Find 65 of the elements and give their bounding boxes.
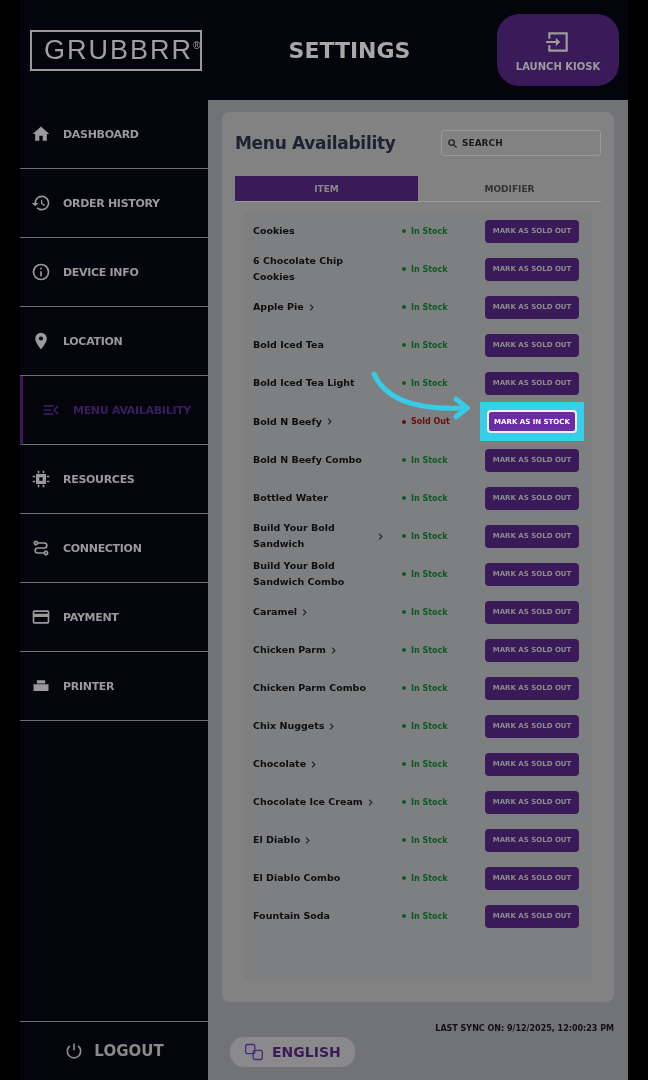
item-name: Bold Iced Tea Light	[253, 376, 355, 390]
language-button[interactable]: ENGLISH	[230, 1037, 355, 1067]
stock-status: In Stock	[411, 607, 448, 617]
menu-item-icon	[31, 193, 51, 213]
item-name: Cookies	[253, 224, 295, 238]
stock-status: In Stock	[411, 264, 448, 274]
menu-item-icon	[31, 469, 51, 489]
item-name: El Diablo	[253, 833, 301, 847]
menu-item-icon	[31, 538, 51, 558]
menu-item-icon	[31, 124, 51, 144]
item-name: Bold N Beefy	[253, 414, 322, 429]
stock-status: In Stock	[411, 531, 448, 541]
logout-button[interactable]: LOGOUT	[20, 1022, 208, 1080]
item-name: 6 Chocolate Chip Cookies	[253, 254, 345, 284]
stock-status: In Stock	[411, 911, 448, 921]
chevron-icon[interactable]	[310, 760, 318, 768]
stock-status: In Stock	[411, 569, 448, 579]
item-name: Bottled Water	[253, 491, 328, 505]
item-name: Build Your Bold Sandwich	[253, 521, 336, 551]
menu-item-icon	[31, 607, 51, 627]
search-icon	[447, 138, 458, 149]
stock-status: In Stock	[411, 493, 448, 503]
search-field[interactable]: SEARCH	[441, 130, 601, 156]
chevron-icon[interactable]	[325, 418, 333, 425]
item-name: El Diablo Combo	[253, 871, 341, 885]
chevron-icon[interactable]	[366, 798, 374, 806]
chevron-icon[interactable]	[307, 303, 315, 311]
item-name: Chocolate	[253, 757, 307, 771]
chevron-icon[interactable]	[304, 836, 312, 844]
item-name: Bold Iced Tea	[253, 338, 324, 352]
item-name: Build Your Bold Sandwich Combo	[253, 559, 346, 589]
page-title: SETTINGS	[287, 37, 412, 63]
item-name: Bold N Beefy Combo	[253, 453, 362, 467]
item-name: Apple Pie	[253, 300, 304, 314]
stock-status: In Stock	[411, 302, 448, 312]
stock-status: In Stock	[411, 873, 448, 883]
menu-item-icon	[31, 262, 51, 282]
translate-icon	[244, 1042, 264, 1062]
stock-status: In Stock	[411, 683, 448, 693]
item-name: Fountain Soda	[253, 909, 331, 923]
tab[interactable]: MODIFIER	[418, 176, 601, 201]
item-name: Chocolate Ice Cream	[253, 795, 363, 809]
chevron-icon[interactable]	[301, 608, 309, 616]
stock-status: In Stock	[411, 645, 448, 655]
item-name: Chicken Parm Combo	[253, 681, 366, 695]
launch-kiosk-button[interactable]: LAUNCH KIOSK	[497, 14, 619, 86]
chevron-icon[interactable]	[328, 722, 336, 730]
stock-status: In Stock	[411, 835, 448, 845]
panel-title: Menu Availability	[235, 133, 396, 153]
chevron-icon[interactable]	[329, 646, 337, 654]
item-name: Chicken Parm	[253, 643, 326, 657]
chevron-icon[interactable]	[377, 532, 384, 540]
stock-status: In Stock	[411, 721, 448, 731]
stock-status: In Stock	[411, 340, 448, 350]
stock-status: In Stock	[411, 759, 448, 769]
stock-status: In Stock	[411, 378, 448, 388]
brand-logo: GRUBBRR$^{®}$	[30, 29, 202, 71]
tab[interactable]: ITEM	[235, 176, 418, 201]
item-name: Chix Nuggets	[253, 719, 325, 733]
stock-status: In Stock	[411, 455, 448, 465]
item-name: Caramel	[253, 605, 298, 619]
stock-status: In Stock	[411, 226, 448, 236]
stock-status: Sold Out	[411, 417, 450, 426]
stock-status: In Stock	[411, 797, 448, 807]
last-sync-text: LAST SYNC ON: 9/12/2025, 12:00:23 PM	[435, 1024, 614, 1033]
